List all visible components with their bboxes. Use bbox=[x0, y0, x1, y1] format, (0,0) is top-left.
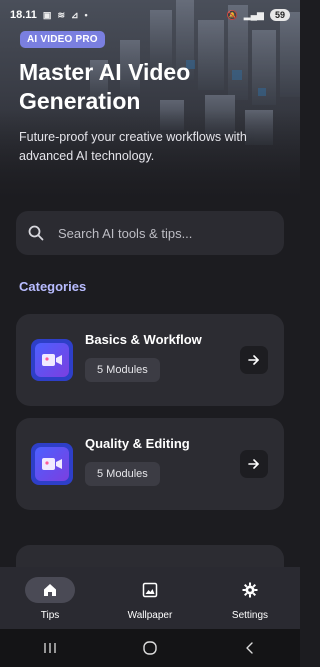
page-title: Master AI Video Generation bbox=[19, 59, 191, 114]
hero-banner: AI VIDEO PRO Master AI Video Generation … bbox=[0, 0, 300, 210]
battery-indicator: 59 bbox=[269, 9, 290, 21]
system-nav-bar bbox=[0, 629, 300, 667]
dot-icon: • bbox=[84, 10, 88, 20]
arrow-right-icon[interactable] bbox=[240, 450, 268, 478]
product-badge: AI VIDEO PRO bbox=[20, 31, 105, 48]
wallpaper-icon bbox=[142, 582, 158, 598]
video-camera-icon bbox=[35, 447, 69, 481]
search-icon bbox=[28, 225, 44, 241]
nav-icon-wrap bbox=[225, 577, 275, 603]
categories-heading: Categories bbox=[19, 279, 87, 294]
search-bar[interactable] bbox=[16, 211, 284, 255]
recent-apps-icon[interactable] bbox=[43, 641, 57, 655]
category-title: Basics & Workflow bbox=[85, 332, 202, 347]
arrow-right-icon[interactable] bbox=[240, 346, 268, 374]
module-count-badge: 5 Modules bbox=[85, 462, 160, 486]
bottom-nav: Tips Wallpaper Settings bbox=[0, 567, 300, 629]
status-bar: 18.11 ▣ ≋ ⊿ • 🔕 ▂▄▆ 59 bbox=[0, 0, 300, 30]
notification-icon: ≋ bbox=[57, 9, 65, 20]
gear-icon bbox=[242, 582, 258, 598]
category-title: Quality & Editing bbox=[85, 436, 190, 451]
category-thumbnail bbox=[31, 339, 73, 381]
nav-label: Settings bbox=[231, 610, 269, 621]
nav-label: Wallpaper bbox=[127, 610, 173, 621]
status-left: 18.11 ▣ ≋ ⊿ • bbox=[10, 9, 88, 21]
screenshot-icon: ▣ bbox=[42, 9, 52, 20]
search-input[interactable] bbox=[56, 224, 284, 242]
module-count-badge: 5 Modules bbox=[85, 358, 160, 382]
video-camera-icon bbox=[35, 343, 69, 377]
back-icon[interactable] bbox=[243, 641, 257, 655]
home-button-icon[interactable] bbox=[142, 640, 158, 656]
signal-icon: ▂▄▆ bbox=[243, 9, 264, 20]
category-thumbnail bbox=[31, 443, 73, 485]
nav-item-settings[interactable]: Settings bbox=[200, 567, 300, 621]
category-card-quality[interactable]: Quality & Editing 5 Modules bbox=[16, 418, 284, 510]
home-icon bbox=[44, 584, 56, 596]
status-right: 🔕 ▂▄▆ 59 bbox=[227, 9, 290, 21]
cast-icon: ⊿ bbox=[70, 9, 79, 20]
mute-icon: 🔕 bbox=[226, 9, 238, 20]
nav-label: Tips bbox=[40, 610, 60, 621]
nav-icon-wrap bbox=[125, 577, 175, 603]
category-card-basics[interactable]: Basics & Workflow 5 Modules bbox=[16, 314, 284, 406]
nav-icon-wrap bbox=[25, 577, 75, 603]
status-time: 18.11 bbox=[10, 9, 37, 21]
page-subtitle: Future-proof your creative workflows wit… bbox=[19, 130, 247, 163]
nav-item-tips[interactable]: Tips bbox=[0, 567, 100, 621]
nav-item-wallpaper[interactable]: Wallpaper bbox=[100, 567, 200, 621]
